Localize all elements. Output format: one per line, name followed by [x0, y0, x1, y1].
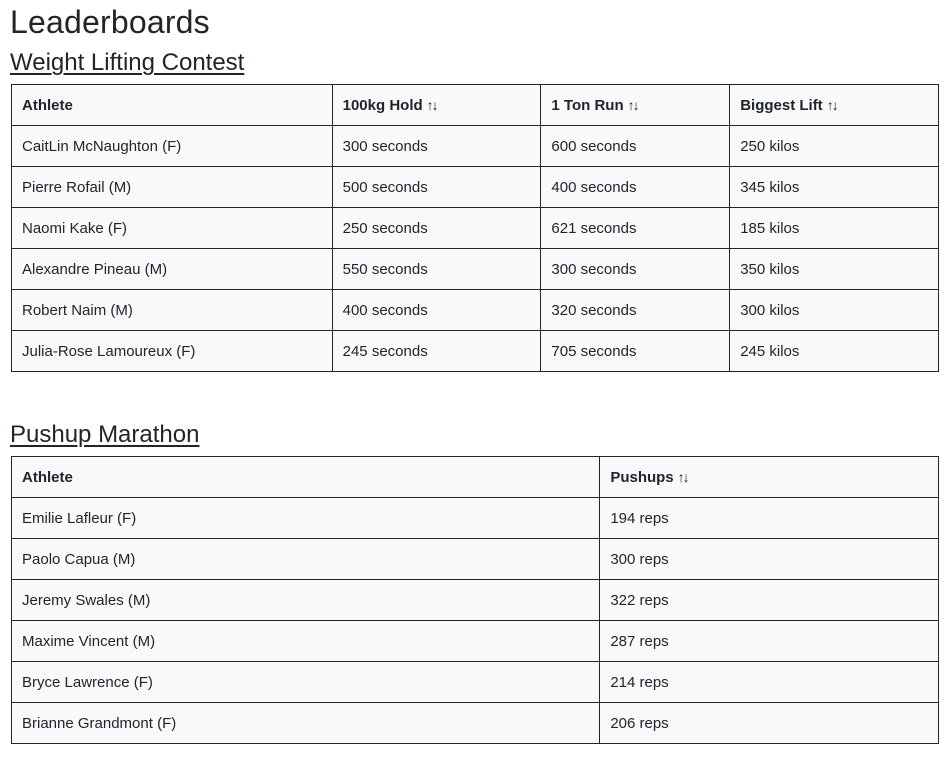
- table-header-row: Athlete Pushups ↑↓: [10, 456, 939, 498]
- lift-cell: 345 kilos: [729, 166, 939, 208]
- header-biggest-lift[interactable]: Biggest Lift ↑↓: [729, 84, 939, 126]
- sort-icon[interactable]: ↑↓: [427, 97, 439, 113]
- athlete-cell: Julia-Rose Lamoureux (F): [11, 330, 333, 372]
- header-athlete-label: Athlete: [22, 96, 73, 114]
- table-row: Emilie Lafleur (F) 194 reps: [10, 497, 939, 539]
- header-athlete: Athlete: [11, 84, 333, 126]
- lift-cell: 250 kilos: [729, 125, 939, 167]
- sort-icon[interactable]: ↑↓: [628, 97, 640, 113]
- lift-cell: 300 kilos: [729, 289, 939, 331]
- pushups-cell: 214 reps: [599, 661, 939, 703]
- header-1-ton-run[interactable]: 1 Ton Run ↑↓: [540, 84, 731, 126]
- run-cell: 320 seconds: [540, 289, 731, 331]
- run-cell: 300 seconds: [540, 248, 731, 290]
- table-row: Naomi Kake (F) 250 seconds 621 seconds 1…: [11, 207, 939, 249]
- athlete-cell: Naomi Kake (F): [11, 207, 333, 249]
- table-row: CaitLin McNaughton (F) 300 seconds 600 s…: [11, 125, 939, 167]
- hold-cell: 250 seconds: [331, 207, 542, 249]
- athlete-cell: Maxime Vincent (M): [10, 620, 601, 662]
- header-100kg-hold-label: 100kg Hold: [342, 96, 423, 114]
- athlete-cell: Brianne Grandmont (F): [10, 702, 601, 744]
- table-row: Brianne Grandmont (F) 206 reps: [10, 702, 939, 744]
- run-cell: 600 seconds: [540, 125, 731, 167]
- header-pushups[interactable]: Pushups ↑↓: [599, 456, 939, 498]
- header-athlete-label: Athlete: [22, 468, 73, 486]
- table-row: Alexandre Pineau (M) 550 seconds 300 sec…: [11, 248, 939, 290]
- header-athlete: Athlete: [10, 456, 601, 498]
- hold-cell: 300 seconds: [331, 125, 542, 167]
- weight-lifting-table: Athlete 100kg Hold ↑↓ 1 Ton Run ↑↓ Biggest…: [11, 84, 939, 372]
- weight-lifting-title-link[interactable]: Weight Lifting Contest: [10, 44, 939, 82]
- header-1-ton-run-label: 1 Ton Run: [551, 96, 624, 114]
- athlete-cell: CaitLin McNaughton (F): [11, 125, 333, 167]
- hold-cell: 400 seconds: [331, 289, 542, 331]
- pushups-cell: 287 reps: [599, 620, 939, 662]
- pushups-cell: 206 reps: [599, 702, 939, 744]
- athlete-cell: Bryce Lawrence (F): [10, 661, 601, 703]
- run-cell: 400 seconds: [540, 166, 731, 208]
- header-pushups-label: Pushups: [610, 468, 674, 486]
- table-row: Julia-Rose Lamoureux (F) 245 seconds 705…: [11, 330, 939, 372]
- hold-cell: 550 seconds: [331, 248, 542, 290]
- pushup-marathon-table: Athlete Pushups ↑↓ Emilie Lafleur (F) 194…: [10, 456, 939, 744]
- run-cell: 621 seconds: [540, 207, 731, 249]
- leaderboards-page: Leaderboards Weight Lifting Contest Athl…: [10, 0, 939, 744]
- table-row: Jeremy Swales (M) 322 reps: [10, 579, 939, 621]
- table-row: Pierre Rofail (M) 500 seconds 400 second…: [11, 166, 939, 208]
- athlete-cell: Jeremy Swales (M): [10, 579, 601, 621]
- athlete-cell: Pierre Rofail (M): [11, 166, 333, 208]
- lift-cell: 350 kilos: [729, 248, 939, 290]
- lift-cell: 185 kilos: [729, 207, 939, 249]
- pushups-cell: 194 reps: [599, 497, 939, 539]
- sort-icon[interactable]: ↑↓: [678, 469, 690, 485]
- athlete-cell: Robert Naim (M): [11, 289, 333, 331]
- table-row: Bryce Lawrence (F) 214 reps: [10, 661, 939, 703]
- pushups-cell: 300 reps: [599, 538, 939, 580]
- pushup-marathon-title-link[interactable]: Pushup Marathon: [10, 416, 939, 454]
- pushups-cell: 322 reps: [599, 579, 939, 621]
- page-title: Leaderboards: [10, 4, 210, 40]
- athlete-cell: Emilie Lafleur (F): [10, 497, 601, 539]
- hold-cell: 245 seconds: [331, 330, 542, 372]
- header-100kg-hold[interactable]: 100kg Hold ↑↓: [331, 84, 542, 126]
- athlete-cell: Alexandre Pineau (M): [11, 248, 333, 290]
- run-cell: 705 seconds: [540, 330, 731, 372]
- athlete-cell: Paolo Capua (M): [10, 538, 601, 580]
- header-biggest-lift-label: Biggest Lift: [740, 96, 823, 114]
- table-row: Paolo Capua (M) 300 reps: [10, 538, 939, 580]
- table-row: Robert Naim (M) 400 seconds 320 seconds …: [11, 289, 939, 331]
- sort-icon[interactable]: ↑↓: [827, 97, 839, 113]
- lift-cell: 245 kilos: [729, 330, 939, 372]
- table-header-row: Athlete 100kg Hold ↑↓ 1 Ton Run ↑↓ Biggest…: [11, 84, 939, 126]
- hold-cell: 500 seconds: [331, 166, 542, 208]
- table-row: Maxime Vincent (M) 287 reps: [10, 620, 939, 662]
